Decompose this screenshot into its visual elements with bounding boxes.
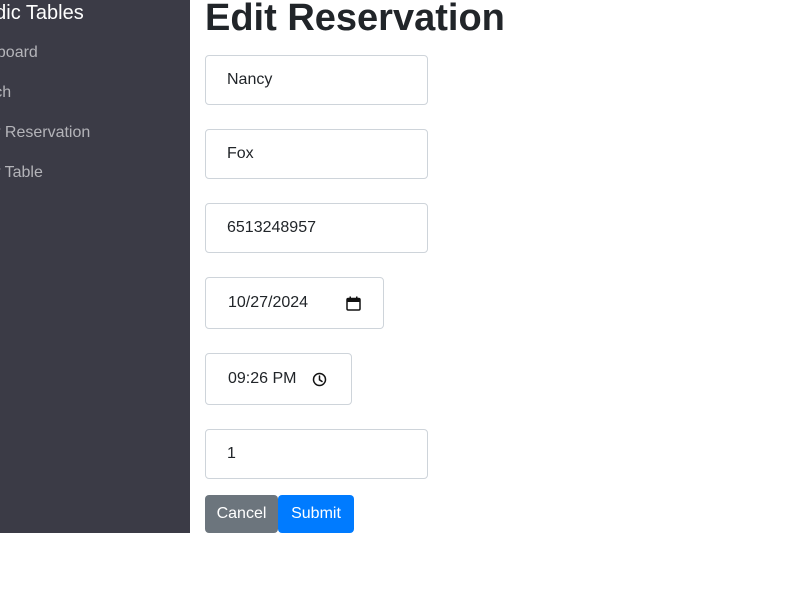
reservation-time-input[interactable]: 09:26 PM	[205, 353, 352, 405]
sidebar-item-new-reservation[interactable]: ew Reservation	[0, 123, 90, 143]
sidebar-item-dashboard[interactable]: shboard	[0, 43, 38, 63]
app-brand[interactable]: odic Tables	[0, 0, 84, 26]
last-name-input[interactable]: Fox	[205, 129, 428, 179]
first-name-input[interactable]: Nancy	[205, 55, 428, 105]
clock-icon[interactable]	[311, 371, 327, 387]
mobile-number-value: 6513248957	[227, 219, 316, 236]
mobile-number-input[interactable]: 6513248957	[205, 203, 428, 253]
people-value: 1	[227, 445, 236, 462]
cancel-button[interactable]: Cancel	[205, 495, 278, 533]
page-title: Edit Reservation	[205, 0, 505, 39]
calendar-icon[interactable]	[345, 295, 361, 311]
first-name-value: Nancy	[227, 71, 273, 88]
submit-button[interactable]: Submit	[278, 495, 354, 533]
reservation-time-value: 09:26 PM	[228, 370, 297, 387]
people-input[interactable]: 1	[205, 429, 428, 479]
sidebar-item-search[interactable]: arch	[0, 83, 11, 103]
reservation-date-value: 10/27/2024	[228, 294, 309, 311]
sidebar: odic Tables shboard arch ew Reservation …	[0, 0, 190, 533]
last-name-value: Fox	[227, 145, 254, 162]
reservation-date-input[interactable]: 10/27/2024	[205, 277, 384, 329]
sidebar-item-new-table[interactable]: ew Table	[0, 163, 43, 183]
